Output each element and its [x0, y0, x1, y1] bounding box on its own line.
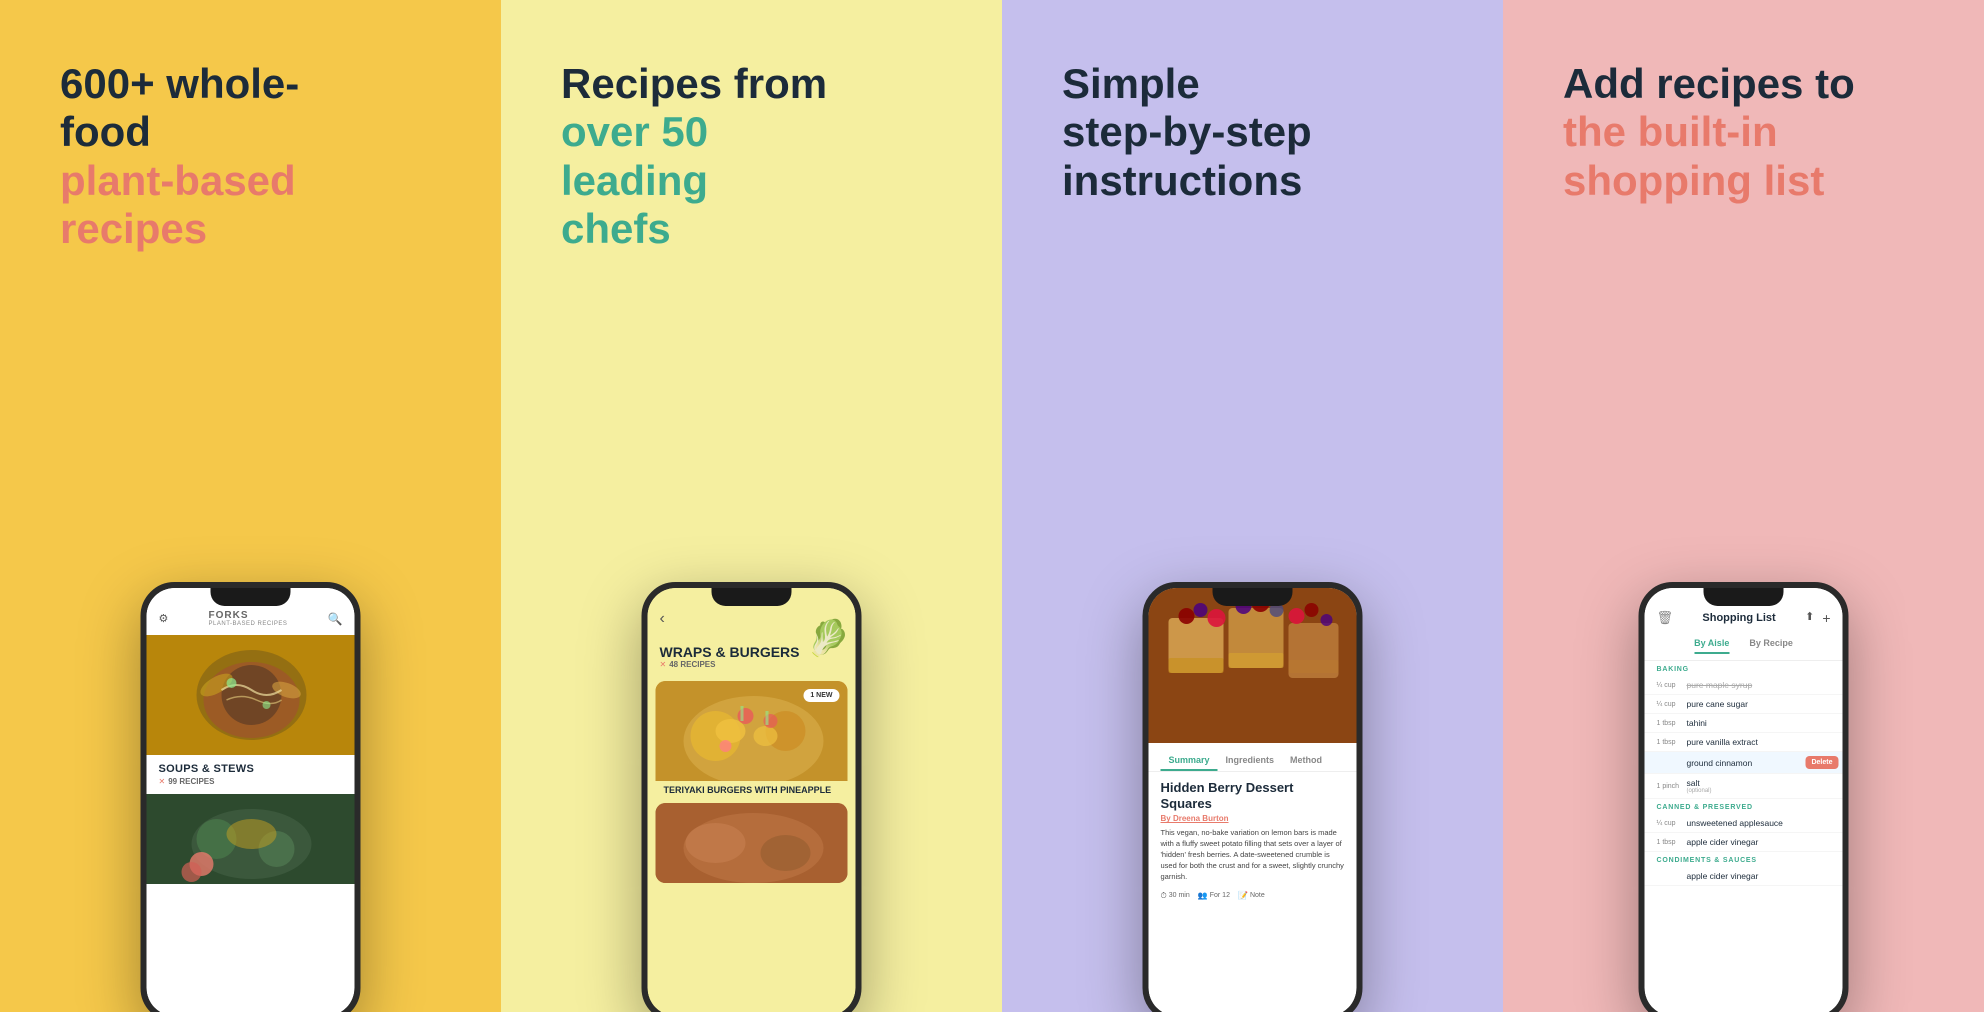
phone-3-hero-svg: [1149, 588, 1357, 743]
phone-4-wrapper: 🗑 Shopping List ⬆ + By Aisle By Recipe B…: [1503, 582, 1984, 1012]
phone-4-add-icon[interactable]: +: [1822, 610, 1830, 626]
phone-2-wrapper: ‹ 🥬 WRAPS & BURGERS ✕ 48 RECIPES: [501, 582, 1002, 1012]
list-item: 1 tbsp apple cider vinegar: [1645, 833, 1843, 852]
panel-2: Recipes from over 50 leading chefs ‹ 🥬 W…: [501, 0, 1002, 1012]
phone-2-screen: ‹ 🥬 WRAPS & BURGERS ✕ 48 RECIPES: [648, 588, 856, 1012]
phone-4-title: Shopping List: [1702, 612, 1775, 624]
phone-3-notch: [1213, 588, 1293, 606]
phone-2-recipe-card-1[interactable]: 1 NEW TERIYAKI BURGERS WITH PINEAPPLE: [656, 681, 848, 799]
phone-3-meta-time: ⏱ 30 min: [1161, 891, 1190, 901]
phone-4-tabs: By Aisle By Recipe: [1645, 634, 1843, 661]
phone-1-category-1: SOUPS & STEWS: [147, 755, 355, 777]
list-item-ground-cinnamon: ground cinnamon Delete: [1645, 752, 1843, 774]
phone-4-section-baking: BAKING: [1645, 661, 1843, 676]
phone-3-tabs: Summary Ingredients Method: [1149, 743, 1357, 772]
panel-4: Add recipes to the built-in shopping lis…: [1503, 0, 1984, 1012]
phone-4-section-condiments: CONDIMENTS & SAUCES: [1645, 852, 1843, 867]
list-item: apple cider vinegar: [1645, 867, 1843, 886]
phone-3-tab-ingredients[interactable]: Ingredients: [1218, 751, 1283, 771]
phone-4: 🗑 Shopping List ⬆ + By Aisle By Recipe B…: [1639, 582, 1849, 1012]
phone-2-recipe-card-2[interactable]: [656, 803, 848, 883]
panel-1-headline: 600+ whole-food plant-based recipes: [60, 60, 360, 253]
phone-3-screen: Summary Ingredients Method Hidden Berry …: [1149, 588, 1357, 1012]
list-item: ¼ cup pure cane sugar: [1645, 695, 1843, 714]
panel-3: Simple step-by-step instructions: [1002, 0, 1503, 1012]
phone-3-clock-icon: ⏱: [1161, 891, 1167, 901]
phone-1: ⚙ FORKS PLANT-BASED RECIPES 🔍: [141, 582, 361, 1012]
panel-2-headline: Recipes from over 50 leading chefs: [561, 60, 861, 253]
phone-3-meta-note: 📝 Note: [1238, 891, 1265, 900]
list-item: 1 pinch salt(optional): [1645, 774, 1843, 799]
phone-3-tab-method[interactable]: Method: [1282, 751, 1330, 771]
phone-4-header-icons: ⬆ +: [1805, 610, 1830, 626]
phone-2-back[interactable]: ‹: [660, 610, 665, 628]
phone-3-hero: [1149, 588, 1357, 743]
phone-4-delete-button[interactable]: Delete: [1805, 756, 1838, 769]
panel-1: 600+ whole-food plant-based recipes ⚙ FO…: [0, 0, 501, 1012]
phone-3-wrapper: Summary Ingredients Method Hidden Berry …: [1002, 582, 1503, 1012]
phone-2-veg-illustration: 🥬: [807, 618, 851, 659]
phone-4-notch: [1704, 588, 1784, 606]
phone-4-trash-icon[interactable]: 🗑: [1657, 610, 1674, 626]
phone-3-meta-servings: 👥 For 12: [1198, 891, 1230, 900]
phone-3: Summary Ingredients Method Hidden Berry …: [1143, 582, 1363, 1012]
phone-4-section-canned: CANNED & PRESERVED: [1645, 799, 1843, 814]
phone-2-recipe-img-2: [656, 803, 848, 883]
panel-3-headline: Simple step-by-step instructions: [1062, 60, 1362, 205]
phone-3-recipe-title: Hidden Berry Dessert Squares: [1161, 780, 1345, 811]
list-item: 1 tbsp tahini: [1645, 714, 1843, 733]
phone-2-recipe-name-1: TERIYAKI BURGERS WITH PINEAPPLE: [656, 781, 848, 799]
phone-4-ground-cinnamon: ground cinnamon: [1687, 758, 1800, 768]
phone-3-people-icon: 👥: [1198, 891, 1208, 900]
phone-4-share-icon[interactable]: ⬆: [1805, 610, 1814, 626]
phone-1-category-1-sub: ✕ 99 RECIPES: [147, 777, 355, 794]
phone-1-food-image-1: [147, 635, 355, 755]
phone-3-content: Hidden Berry Dessert Squares By Dreena B…: [1149, 772, 1357, 909]
phone-2-cat-sub: ✕ 48 RECIPES: [660, 660, 844, 669]
phone-2-category-area: 🥬 WRAPS & BURGERS ✕ 48 RECIPES: [648, 636, 856, 677]
phone-3-note-icon: 📝: [1238, 891, 1248, 900]
panel-4-headline: Add recipes to the built-in shopping lis…: [1563, 60, 1863, 205]
phone-1-logo: FORKS PLANT-BASED RECIPES: [209, 610, 288, 627]
phone-2: ‹ 🥬 WRAPS & BURGERS ✕ 48 RECIPES: [642, 582, 862, 1012]
phone-1-screen: ⚙ FORKS PLANT-BASED RECIPES 🔍: [147, 588, 355, 1012]
phone-4-tab-recipe[interactable]: By Recipe: [1749, 638, 1793, 654]
phone-2-new-badge: 1 NEW: [803, 689, 839, 702]
list-item: 1 tbsp pure vanilla extract: [1645, 733, 1843, 752]
phone-1-notch: [211, 588, 291, 606]
phone-1-wrapper: ⚙ FORKS PLANT-BASED RECIPES 🔍: [0, 582, 501, 1012]
phone-1-food-image-2: [147, 794, 355, 884]
phone-3-recipe-desc: This vegan, no-bake variation on lemon b…: [1161, 828, 1345, 882]
phone-3-meta: ⏱ 30 min 👥 For 12 📝 Note: [1161, 891, 1345, 901]
phone-1-food-svg: [147, 635, 355, 755]
phone-1-food-svg-2: [147, 794, 355, 884]
phone-2-recipe-svg-2: [656, 803, 848, 883]
phone-2-notch: [712, 588, 792, 606]
phone-4-screen: 🗑 Shopping List ⬆ + By Aisle By Recipe B…: [1645, 588, 1843, 1012]
phone-3-tab-summary[interactable]: Summary: [1161, 751, 1218, 771]
phone-3-recipe-author[interactable]: By Dreena Burton: [1161, 814, 1345, 823]
phone-4-tab-aisle[interactable]: By Aisle: [1694, 638, 1729, 654]
list-item: ¼ cup unsweetened applesauce: [1645, 814, 1843, 833]
list-item: ¼ cup pure maple syrup: [1645, 676, 1843, 695]
